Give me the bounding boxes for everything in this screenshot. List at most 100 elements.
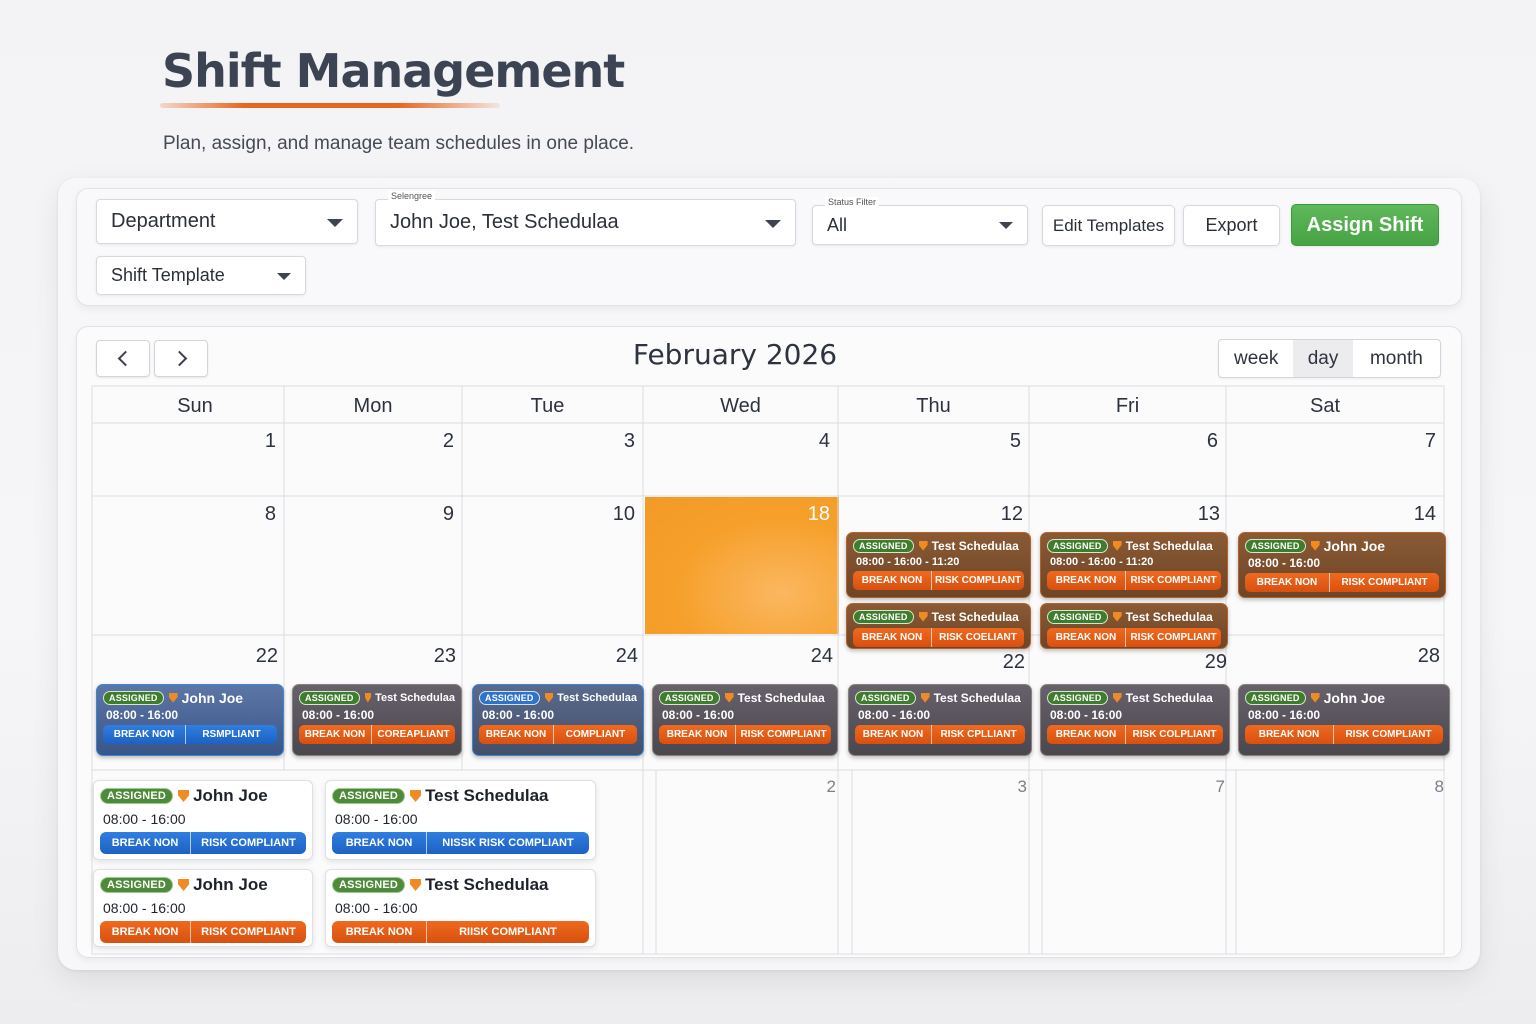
weekday-mon: Mon [353, 395, 393, 417]
today-day-number[interactable]: 18 [730, 503, 830, 526]
status-filter-value: All [827, 214, 848, 235]
view-switcher: week day month [1218, 339, 1441, 378]
day-number[interactable]: 8 [180, 503, 276, 526]
day-number[interactable]: 6 [1118, 430, 1218, 453]
risk-tag: RISK CPLLIANT [931, 725, 1025, 744]
break-tag: BREAK NON [485, 729, 547, 740]
page-subtitle: Plan, assign, and manage team schedules … [163, 133, 635, 154]
shift-event[interactable]: ASSIGNED John Joe 08:00 - 16:00 BREAK NON… [1238, 684, 1450, 756]
break-tag: BREAK NON [1055, 729, 1117, 740]
next-month-button[interactable] [154, 340, 208, 377]
risk-tag: RISK COLPLIANT [1125, 725, 1223, 744]
day-number[interactable]: 8 [1344, 777, 1444, 797]
day-number[interactable]: 4 [730, 430, 830, 453]
day-number[interactable]: 14 [1336, 503, 1436, 526]
assign-shift-button[interactable]: Assign Shift [1291, 204, 1439, 246]
shield-icon [918, 611, 928, 622]
day-number[interactable]: 3 [536, 430, 635, 453]
shift-event[interactable]: ASSIGNED Test Schedulaa 08:00 - 16:00 BRE… [652, 684, 838, 756]
status-badge: ASSIGNED [332, 788, 406, 804]
weekday-fri: Fri [1115, 395, 1140, 417]
employee-name: Test Schedulaa [425, 875, 549, 894]
view-week-button[interactable]: week [1219, 340, 1293, 377]
day-number[interactable]: 10 [536, 503, 635, 526]
shield-icon [1112, 611, 1122, 622]
day-number[interactable]: 29 [1127, 651, 1227, 674]
department-select[interactable]: Department [96, 199, 358, 244]
risk-tag: RSMPLIANT [185, 725, 277, 744]
weekday-wed: Wed [720, 395, 761, 417]
shift-event[interactable]: ASSIGNED Test Schedulaa 08:00 - 16:00 BRE… [325, 780, 596, 860]
break-tag: BREAK NON [1258, 729, 1320, 740]
break-tag: BREAK NON [345, 926, 413, 938]
day-number[interactable]: 3 [927, 777, 1027, 797]
shift-event[interactable]: ASSIGNED Test Schedulaa BREAK NON RISK COM… [1040, 603, 1228, 649]
shield-icon [410, 879, 422, 891]
day-number[interactable]: 23 [358, 645, 456, 668]
day-number[interactable]: 5 [921, 430, 1021, 453]
export-button[interactable]: Export [1183, 205, 1280, 246]
shift-event[interactable]: ASSIGNED Test Schedulaa 08:00 - 16:00 BRE… [292, 684, 462, 756]
risk-tag: RISK COMPLIANT [1329, 573, 1439, 592]
day-number[interactable]: 2 [736, 777, 836, 797]
shift-event[interactable]: ASSIGNED Test Schedulaa BREAK NON RISK COE… [846, 603, 1031, 649]
day-number[interactable]: 24 [538, 645, 638, 668]
employee-name: John Joe [193, 786, 268, 805]
employee-name: Test Schedulaa [737, 690, 825, 705]
status-badge: ASSIGNED [1047, 538, 1108, 553]
weekday-tue: Tue [530, 395, 565, 417]
shield-icon [920, 692, 930, 703]
shift-event[interactable]: ASSIGNED Test Schedulaa 08:00 - 16:00 BRE… [848, 684, 1032, 756]
shield-icon [1310, 540, 1320, 551]
shield-icon [1112, 540, 1122, 551]
status-filter-select[interactable]: Status Filter All [812, 197, 1028, 245]
chevron-down-icon [765, 219, 781, 228]
shift-event[interactable]: ASSIGNED Test Schedulaa 08:00 - 16:00 BRE… [472, 684, 644, 756]
shield-icon [178, 790, 190, 802]
shield-icon [364, 692, 372, 703]
break-tag: BREAK NON [862, 729, 924, 740]
day-number[interactable]: 9 [356, 503, 454, 526]
status-badge: ASSIGNED [659, 690, 720, 705]
risk-tag: COMPLIANT [553, 725, 637, 744]
shield-icon [1310, 692, 1320, 703]
shift-event[interactable]: ASSIGNED John Joe 08:00 - 16:00 BREAK NON… [93, 869, 313, 947]
day-number[interactable]: 7 [1125, 777, 1225, 797]
view-month-button[interactable]: month [1353, 340, 1440, 377]
day-number[interactable]: 1 [180, 430, 276, 453]
shift-event[interactable]: ASSIGNED Test Schedulaa 08:00 - 16:00 - 1… [1040, 532, 1228, 598]
shift-time: 08:00 - 16:00 [482, 708, 555, 722]
shift-event[interactable]: ASSIGNED Test Schedulaa 08:00 - 16:00 - 1… [846, 532, 1031, 598]
day-number[interactable]: 22 [925, 651, 1025, 674]
prev-month-button[interactable] [96, 340, 150, 377]
day-number[interactable]: 28 [1340, 645, 1440, 668]
shift-event[interactable]: ASSIGNED John Joe 08:00 - 16:00 BREAK NON… [96, 684, 284, 756]
day-number[interactable]: 7 [1336, 430, 1436, 453]
calendar-panel [76, 326, 1462, 958]
day-number[interactable]: 13 [1120, 503, 1220, 526]
shield-icon [410, 790, 422, 802]
employees-select-value: John Joe, Test Schedulaa [390, 211, 619, 233]
day-number[interactable]: 22 [180, 645, 278, 668]
shift-template-select[interactable]: Shift Template [96, 256, 306, 295]
shift-time: 08:00 - 16:00 [1248, 556, 1321, 570]
break-tag: BREAK NON [1055, 632, 1117, 643]
chevron-down-icon [277, 272, 291, 280]
employee-name: Test Schedulaa [933, 690, 1021, 705]
shift-event[interactable]: ASSIGNED John Joe 08:00 - 16:00 BREAK NON… [1238, 532, 1446, 598]
title-underline [160, 103, 500, 108]
edit-templates-button[interactable]: Edit Templates [1042, 205, 1175, 246]
risk-tag: RISK COMPLIANT [1125, 571, 1221, 590]
day-number[interactable]: 12 [923, 503, 1023, 526]
view-day-button[interactable]: day [1293, 340, 1353, 377]
shield-icon [918, 540, 928, 551]
shift-event[interactable]: ASSIGNED Test Schedulaa 08:00 - 16:00 BRE… [1040, 684, 1230, 756]
shift-event[interactable]: ASSIGNED John Joe 08:00 - 16:00 BREAK NON… [93, 780, 313, 860]
shift-event[interactable]: ASSIGNED Test Schedulaa 08:00 - 16:00 BRE… [325, 869, 596, 947]
day-number[interactable]: 24 [733, 645, 833, 668]
employees-select[interactable]: Selengree John Joe, Test Schedulaa [375, 191, 796, 246]
shield-icon [1112, 692, 1122, 703]
break-tag: BREAK NON [1256, 577, 1318, 588]
employee-name: Test Schedulaa [931, 609, 1019, 624]
day-number[interactable]: 2 [356, 430, 454, 453]
